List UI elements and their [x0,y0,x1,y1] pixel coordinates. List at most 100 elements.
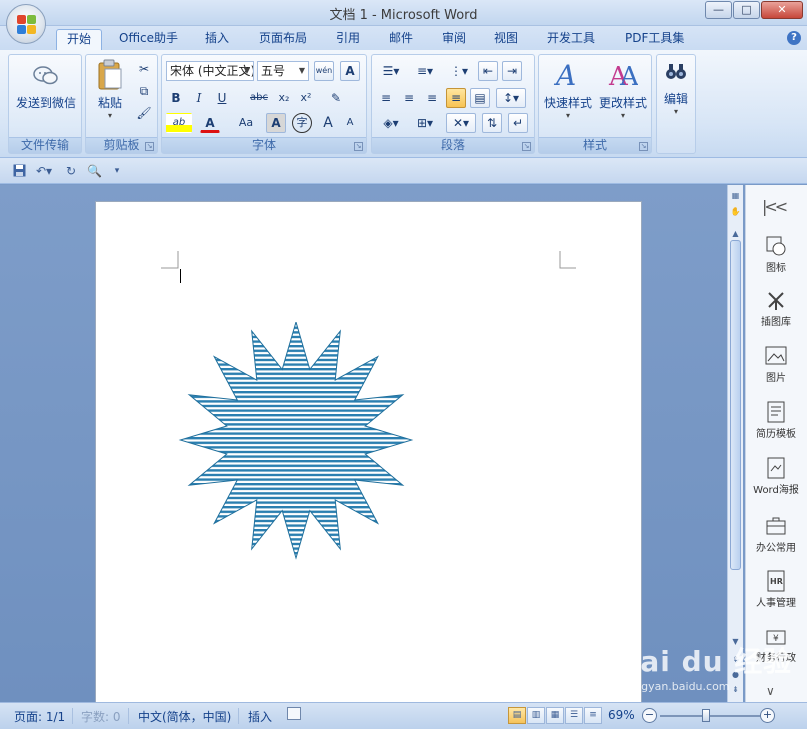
tab-home[interactable]: 开始 [56,29,103,50]
next-page-icon[interactable]: ⇟ [730,685,741,697]
superscript-button[interactable]: x² [296,88,316,108]
font-launcher-icon[interactable]: ↘ [354,142,363,151]
zoom-out-icon[interactable]: − [642,708,657,723]
bold-button[interactable]: B [166,88,186,108]
show-marks-icon[interactable]: ↵ [508,113,528,133]
hand-icon[interactable]: ✋ [730,207,741,219]
borders-icon[interactable]: ⊞▾ [410,113,440,133]
grow-font-button[interactable]: A [318,113,338,133]
help-icon[interactable]: ? [787,31,801,45]
print-layout-view-icon[interactable]: ▤ [508,707,526,724]
tab-page-layout[interactable]: 页面布局 [249,29,317,50]
font-size-value: 五号 [261,64,286,78]
sidepanel-item-word-poster[interactable]: Word海报 [746,457,806,496]
change-styles-button[interactable]: A A 更改样式 ▾ [595,59,651,120]
minimize-button[interactable]: — [705,1,732,19]
zoom-slider-thumb[interactable] [702,709,710,722]
collapse-panel-icon[interactable]: |<< [762,197,788,216]
distributed-icon[interactable]: ▤ [470,88,490,108]
clipboard-launcher-icon[interactable]: ↘ [145,142,154,151]
text-effects-icon[interactable]: ✎ [326,88,346,108]
maximize-button[interactable]: □ [733,1,760,19]
tab-mailings[interactable]: 邮件 [379,29,423,50]
copy-icon[interactable]: ⧉ [134,81,154,101]
sidepanel-item-pictures[interactable]: 图片 [746,345,806,384]
draft-view-icon[interactable]: ≡ [584,707,602,724]
bullets-icon[interactable]: ☰▾ [376,61,406,81]
sidepanel-item-office[interactable]: 办公常用 [746,515,806,554]
quick-styles-button[interactable]: A 快速样式 ▾ [541,59,595,120]
save-icon[interactable] [12,164,26,178]
editing-button[interactable]: 编辑 ▾ [657,61,695,116]
font-name-combo[interactable]: 宋体 (中文正文) ▼ [166,61,254,81]
tab-insert[interactable]: 插入 [195,29,239,50]
tab-pdf-tools[interactable]: PDF工具集 [615,29,694,50]
full-screen-reading-icon[interactable]: ▥ [527,707,545,724]
scrollbar-thumb[interactable] [730,240,741,570]
subscript-button[interactable]: x₂ [274,88,294,108]
customize-toolbar-icon[interactable]: ▾ [110,164,124,178]
tab-view[interactable]: 视图 [484,29,528,50]
paste-button[interactable]: 粘贴 ▾ [90,59,130,120]
align-right-icon[interactable]: ≡ [422,88,442,108]
tab-references[interactable]: 引用 [326,29,370,50]
vertical-scrollbar[interactable]: ▦ ✋ ▲ ▼ ⇞ ● ⇟ [727,185,743,702]
chevron-down-icon[interactable]: ∨ [766,684,775,698]
increase-indent-icon[interactable]: ⇥ [502,61,522,81]
enclose-characters-button[interactable]: 字 [292,113,312,133]
star-burst[interactable] [178,322,414,560]
sidepanel-item-icons[interactable]: 图标 [746,235,806,274]
zoom-in-icon[interactable]: + [760,708,775,723]
tab-review[interactable]: 审阅 [432,29,476,50]
strikethrough-button[interactable]: abc [246,88,272,108]
send-to-wechat-button[interactable]: 发送到微信 [11,65,81,111]
redo-icon[interactable]: ↻ [64,164,78,178]
sort-icon[interactable]: ⇅ [482,113,502,133]
word-count[interactable]: 字数: 0 [81,708,121,725]
page-count[interactable]: 页面: 1/1 [14,708,65,725]
font-color-button[interactable]: A [200,113,220,133]
phonetic-guide-button[interactable]: wén [314,61,334,81]
tab-developer[interactable]: 开发工具 [537,29,605,50]
shading-icon[interactable]: ◈▾ [376,113,406,133]
align-center-icon[interactable]: ≡ [399,88,419,108]
insert-mode[interactable]: 插入 [248,708,272,725]
paste-dropdown-icon[interactable]: ▾ [90,111,130,120]
zoom-level[interactable]: 69% [608,708,635,722]
styles-launcher-icon[interactable]: ↘ [639,142,648,151]
highlight-button[interactable]: ab [166,113,192,133]
multilevel-list-icon[interactable]: ⋮▾ [444,61,474,81]
format-painter-icon[interactable]: 🖌 [134,103,154,123]
zoom-slider[interactable] [660,709,760,722]
clear-format-button[interactable]: A [340,61,360,81]
sidepanel-item-illustrations[interactable]: 插图库 [746,289,806,328]
close-button[interactable]: ✕ [761,1,803,19]
star-shape[interactable] [156,322,476,572]
character-shading-button[interactable]: A [266,113,286,133]
line-spacing-icon[interactable]: ↕▾ [496,88,526,108]
sidepanel-item-resume[interactable]: 简历模板 [746,401,806,440]
web-layout-icon[interactable]: ▦ [546,707,564,724]
shrink-font-button[interactable]: A [340,113,360,133]
decrease-indent-icon[interactable]: ⇤ [478,61,498,81]
print-preview-icon[interactable]: 🔍 [87,164,102,178]
language-indicator[interactable]: 中文(简体，中国) [138,708,231,725]
outline-view-icon[interactable]: ☰ [565,707,583,724]
office-button[interactable] [6,4,46,44]
paragraph-launcher-icon[interactable]: ↘ [522,142,531,151]
justify-icon[interactable]: ≡ [446,88,466,108]
ruler-toggle-icon[interactable]: ▦ [730,191,741,203]
document-page[interactable] [95,201,642,702]
cut-icon[interactable]: ✂ [134,59,154,79]
macro-recording-icon[interactable] [287,707,301,720]
tab-office-assistant[interactable]: Office助手 [109,29,188,50]
underline-button[interactable]: U [212,88,232,108]
numbering-icon[interactable]: ≡▾ [410,61,440,81]
undo-icon[interactable]: ↶▾ [32,164,56,178]
change-case-button[interactable]: Aa [232,113,260,133]
font-size-combo[interactable]: 五号 ▼ [257,61,309,81]
chinese-layout-icon[interactable]: ✕▾ [446,113,476,133]
sidepanel-item-hr[interactable]: HR 人事管理 [746,570,806,609]
align-left-icon[interactable]: ≡ [376,88,396,108]
italic-button[interactable]: I [189,88,209,108]
